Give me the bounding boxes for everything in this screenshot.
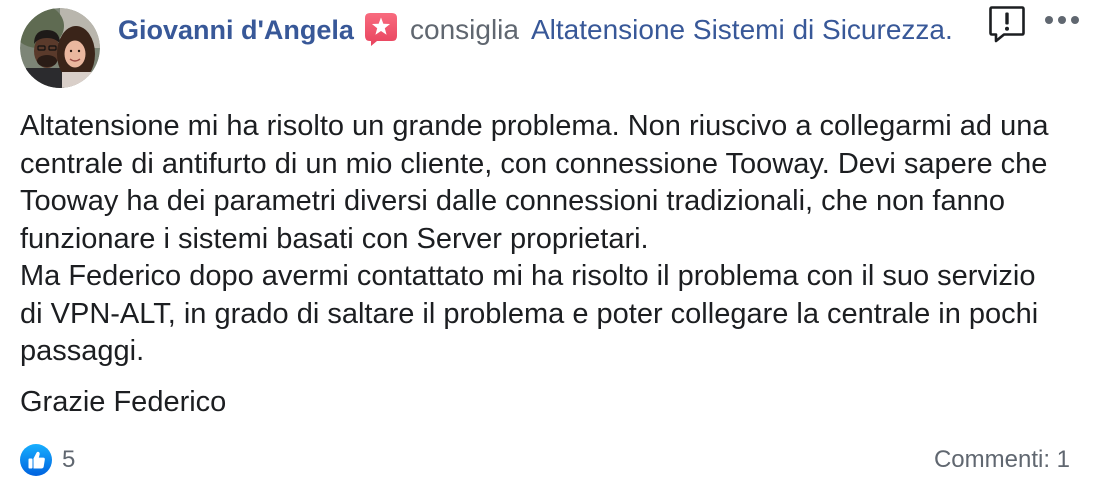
- review-text-line: di VPN-ALT, in grado di saltare il probl…: [20, 297, 1039, 330]
- recommend-action-text: consiglia: [410, 14, 519, 45]
- like-thumbs-up-icon[interactable]: [20, 444, 52, 476]
- review-text-line: Altatensione mi ha risolto un grande pro…: [20, 110, 1049, 142]
- review-closing-paragraph: Grazie Federico: [20, 384, 1048, 422]
- review-text-line: centrale di antifurto di un mio cliente,…: [20, 147, 1048, 180]
- comments-count-link[interactable]: Commenti: 1: [934, 446, 1070, 474]
- avatar-photo: [20, 8, 100, 88]
- like-thumbs-up-icon-graphic: [20, 444, 52, 476]
- review-text-line: Tooway ha dei parametri diversi dalle co…: [20, 185, 1005, 217]
- author-name-link[interactable]: Giovanni d'Angela: [118, 13, 354, 47]
- review-text-line: Ma Federico dopo avermi contattato mi ha…: [20, 260, 1036, 292]
- report-exclamation-icon[interactable]: [988, 5, 1026, 43]
- more-options-icon-graphic: [1045, 16, 1079, 24]
- review-card: Giovanni d'Angela consiglia Altatensione…: [0, 0, 1094, 490]
- reaction-count[interactable]: 5: [62, 446, 75, 474]
- more-options-icon[interactable]: [1044, 14, 1080, 26]
- star-recommendation-icon: [365, 13, 397, 47]
- review-text-line: Grazie Federico: [20, 386, 227, 418]
- review-text-line: passaggi.: [20, 335, 145, 367]
- author-avatar[interactable]: [20, 8, 100, 88]
- review-text: Altatensione mi ha risolto un grande pro…: [20, 108, 1048, 422]
- page-name-link[interactable]: Altatensione Sistemi di Sicurezza.: [531, 13, 953, 47]
- report-exclamation-icon-graphic: [989, 6, 1025, 43]
- star-recommendation-icon-graphic: [365, 13, 397, 46]
- review-text-line: funzionare i sistemi basati con Server p…: [20, 222, 649, 255]
- review-paragraph: Altatensione mi ha risolto un grande pro…: [20, 108, 1048, 371]
